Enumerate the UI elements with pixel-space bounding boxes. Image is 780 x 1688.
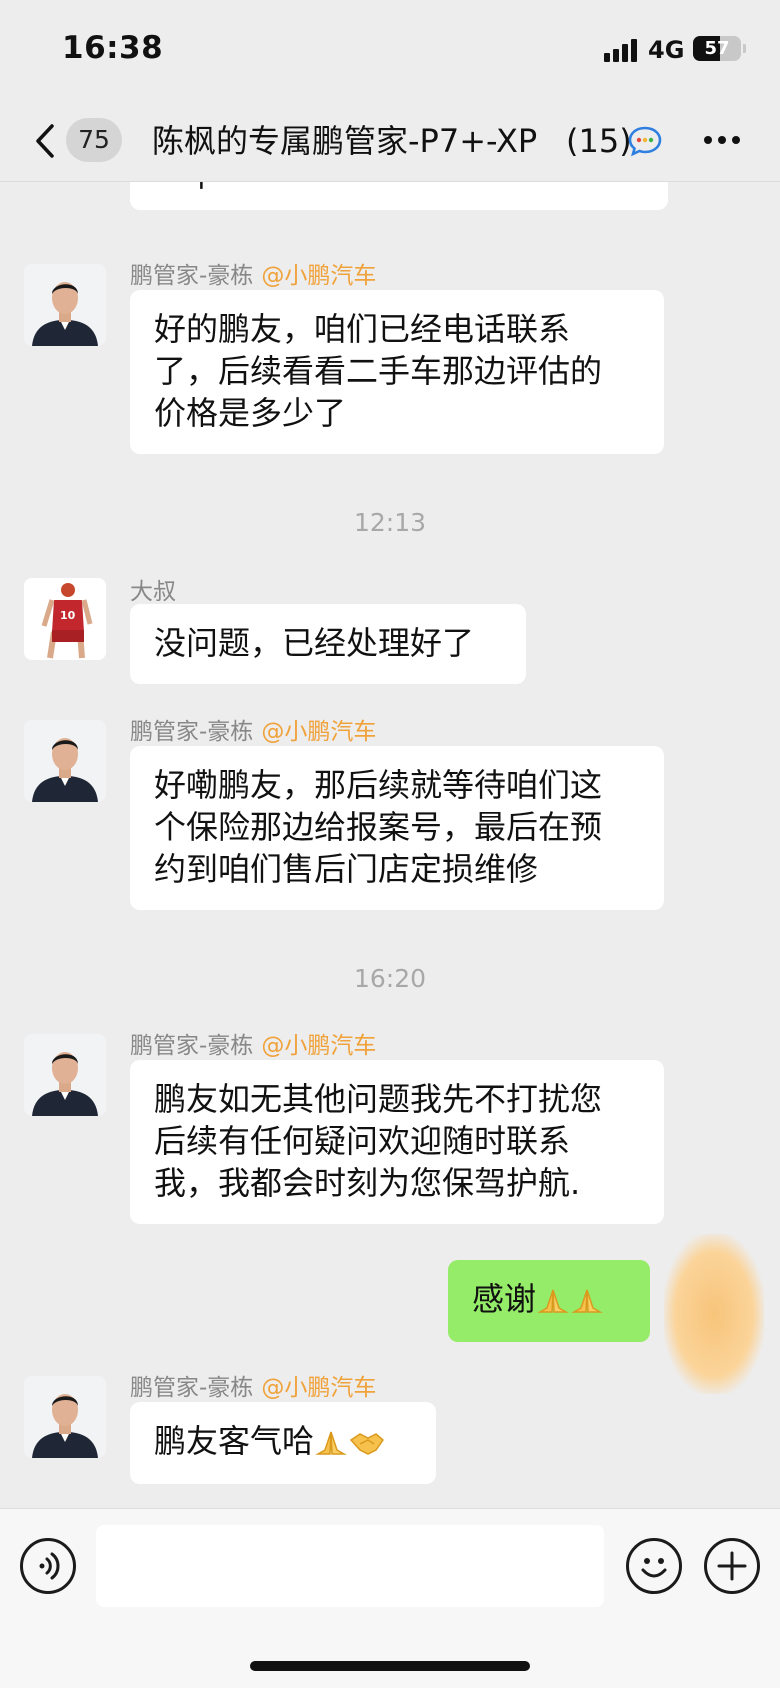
smiley-face-icon: [641, 1558, 667, 1578]
sender-name: 鹏管家-豪栋 @小鹏汽车: [130, 1368, 376, 1402]
timestamp: 16:20: [353, 964, 427, 993]
message-bubble-partial[interactable]: 一下: [130, 182, 668, 210]
pray-hands-icon: [571, 1289, 603, 1313]
message-line: 了，后续看看二手车那边评估的: [154, 352, 603, 390]
network-type: 4G: [648, 36, 685, 64]
message-bubble[interactable]: 好嘞鹏友，那后续就等待咱们这 个保险那边给报案号，最后在预 约到咱们售后门店定损…: [130, 746, 664, 910]
plus-sign-icon: [717, 1551, 747, 1581]
org-tag: @小鹏汽车: [261, 1033, 377, 1059]
my-avatar-obscured[interactable]: [664, 1234, 764, 1394]
handshake-icon: [349, 1433, 385, 1455]
emoji-icon[interactable]: [626, 1538, 682, 1594]
battery-level: 57: [704, 38, 730, 59]
message-line: 后续有任何疑问欢迎随时联系: [154, 1122, 571, 1160]
member-count[interactable]: (15): [564, 118, 632, 164]
message-line: 价格是多少了: [154, 394, 347, 432]
sender-name: 鹏管家-豪栋 @小鹏汽车: [130, 256, 376, 290]
pray-hands-icon: [537, 1289, 569, 1313]
sender-label: 鹏管家-豪栋: [130, 1033, 254, 1059]
chat-bubble-icon[interactable]: [627, 124, 663, 158]
timestamp: 12:13: [353, 508, 427, 537]
battery-cap: [743, 44, 746, 53]
message-bubble[interactable]: 鹏友客气哈: [130, 1402, 436, 1484]
message-text: 感谢: [472, 1280, 537, 1318]
sent-message-bubble[interactable]: 感谢: [448, 1260, 650, 1342]
avatar[interactable]: [24, 1376, 106, 1458]
voice-wave-icon: [39, 1552, 60, 1580]
org-tag: @小鹏汽车: [261, 1375, 377, 1401]
battery-icon: 57: [693, 36, 741, 61]
sender-label: 鹏管家-豪栋: [130, 719, 254, 745]
chevron-left-icon[interactable]: [30, 122, 60, 160]
avatar[interactable]: [24, 720, 106, 802]
org-tag: @小鹏汽车: [261, 263, 377, 289]
avatar[interactable]: 10: [24, 578, 106, 660]
sender-label: 鹏管家-豪栋: [130, 263, 254, 289]
sender-name: 鹏管家-豪栋 @小鹏汽车: [130, 1026, 376, 1060]
message-bubble[interactable]: 没问题，已经处理好了: [130, 604, 526, 684]
message-line: 好的鹏友，咱们已经电话联系: [154, 310, 571, 348]
person-avatar-icon: [24, 1376, 106, 1458]
avatar[interactable]: [24, 264, 106, 346]
message-text: 鹏友客气哈: [154, 1422, 315, 1460]
message-bubble[interactable]: 好的鹏友，咱们已经电话联系 了，后续看看二手车那边评估的 价格是多少了: [130, 290, 664, 454]
home-indicator[interactable]: [250, 1661, 530, 1671]
message-input[interactable]: [96, 1525, 604, 1607]
person-avatar-icon: [24, 1034, 106, 1116]
message-text: 没问题，已经处理好了: [154, 624, 475, 662]
message-line: 我，我都会时刻为您保驾护航.: [154, 1164, 581, 1202]
person-avatar-icon: [24, 720, 106, 802]
pray-hands-icon: [315, 1431, 347, 1455]
input-bar: [0, 1508, 780, 1688]
status-bar: 16:38 4G 57: [0, 0, 780, 100]
message-line: 鹏友如无其他问题我先不打扰您: [154, 1080, 603, 1118]
sender-name: 大叔: [130, 579, 176, 605]
message-bubble[interactable]: 鹏友如无其他问题我先不打扰您 后续有任何疑问欢迎随时联系 我，我都会时刻为您保驾…: [130, 1060, 664, 1224]
voice-icon[interactable]: [20, 1538, 76, 1594]
cellular-signal-icon: [604, 38, 640, 62]
plus-icon[interactable]: [704, 1538, 760, 1594]
sender-label: 鹏管家-豪栋: [130, 1375, 254, 1401]
avatar[interactable]: [24, 1034, 106, 1116]
chat-title[interactable]: 陈枫的专属鹏管家-P7+-XP: [152, 118, 622, 164]
message-line: 约到咱们售后门店定损维修: [154, 850, 539, 888]
org-tag: @小鹏汽车: [261, 719, 377, 745]
ellipsis-icon[interactable]: [702, 136, 742, 146]
jersey-number: 10: [60, 609, 76, 622]
chat-header: 75 陈枫的专属鹏管家-P7+-XP (15): [0, 100, 780, 182]
unread-count-badge[interactable]: 75: [66, 118, 122, 162]
message-line: 个保险那边给报案号，最后在预: [154, 808, 603, 846]
person-avatar-icon: [24, 264, 106, 346]
message-line: 好嘞鹏友，那后续就等待咱们这: [154, 766, 603, 804]
message-list[interactable]: 一下 鹏管家-豪栋 @小鹏汽车 好的鹏友，咱们已经电话联系 了，后续看看二手车那边…: [0, 182, 780, 1508]
message-text: 一下: [154, 182, 218, 194]
sender-name: 鹏管家-豪栋 @小鹏汽车: [130, 712, 376, 746]
status-time: 16:38: [62, 30, 164, 66]
